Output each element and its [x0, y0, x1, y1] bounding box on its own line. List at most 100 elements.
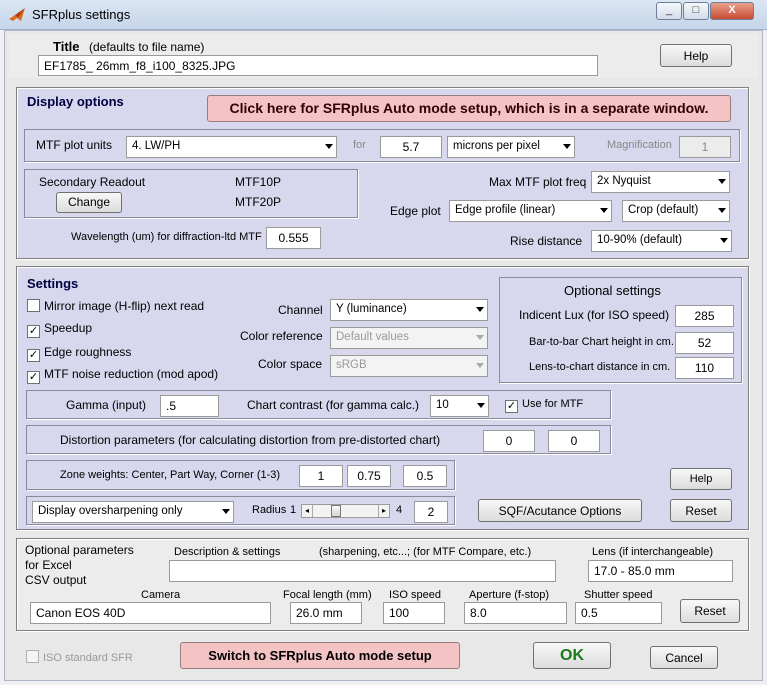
change-readout-button[interactable]: Change [56, 192, 122, 213]
crop-select[interactable]: Crop (default) [622, 200, 730, 222]
color-space-value: sRGB [336, 359, 367, 371]
chart-contrast-value: 10 [436, 399, 449, 411]
rise-distance-label: Rise distance [510, 234, 583, 248]
oversharpening-select[interactable]: Display oversharpening only [32, 501, 234, 523]
max-mtf-value: 2x Nyquist [597, 175, 651, 187]
distortion-row: Distortion parameters (for calculating d… [26, 425, 611, 454]
auto-mode-setup-button[interactable]: Click here for SFRplus Auto mode setup, … [207, 95, 731, 122]
incident-lux-label: Indicent Lux (for ISO speed) [519, 308, 670, 322]
mtf20p-readout: MTF20P [235, 195, 282, 209]
description-input[interactable] [169, 560, 556, 582]
mtf-units-value: 4. LW/PH [132, 140, 181, 152]
pixel-size-input[interactable]: 5.7 [380, 136, 442, 158]
color-space-label: Color space [258, 357, 323, 371]
distortion-input-1[interactable]: 0 [483, 430, 535, 452]
bar-height-input[interactable]: 52 [675, 332, 734, 354]
gamma-row: Gamma (input) .5 Chart contrast (for gam… [26, 390, 611, 419]
pixel-unit-select[interactable]: microns per pixel [447, 136, 575, 158]
camera-label: Camera [141, 589, 181, 601]
window-title: SFRplus settings [32, 7, 131, 22]
speedup-checkbox[interactable]: ✓ Speedup [27, 320, 92, 338]
display-options-heading: Display options [27, 94, 124, 109]
noise-reduction-checkbox[interactable]: ✓ MTF noise reduction (mod apod) [27, 366, 218, 384]
mtf-units-label: MTF plot units [36, 138, 113, 152]
color-space-select[interactable]: sRGB [330, 355, 488, 377]
radius-slider[interactable]: ◂ ▸ [301, 504, 390, 518]
chevron-down-icon [476, 307, 484, 312]
chevron-down-icon [222, 509, 230, 514]
rise-distance-value: 10-90% (default) [597, 234, 683, 246]
sqf-acutance-options-button[interactable]: SQF/Acutance Options [478, 499, 642, 522]
chevron-down-icon [477, 403, 485, 408]
chevron-down-icon [720, 238, 728, 243]
shutter-speed-label: Shutter speed [584, 589, 653, 601]
optional-settings-heading: Optional settings [564, 283, 661, 298]
gamma-input[interactable]: .5 [160, 395, 219, 417]
chevron-down-icon [476, 363, 484, 368]
maximize-button[interactable]: □ [683, 2, 709, 20]
edge-roughness-label: Edge roughness [44, 345, 132, 359]
mirror-image-checkbox[interactable]: Mirror image (H-flip) next read [27, 298, 204, 316]
aperture-label: Aperture (f-stop) [469, 589, 550, 601]
use-for-mtf-checkbox[interactable]: ✓ Use for MTF [505, 396, 583, 414]
zone-weight-partway-input[interactable]: 0.75 [347, 465, 391, 487]
chevron-down-icon [563, 144, 571, 149]
edge-roughness-checkbox[interactable]: ✓ Edge roughness [27, 344, 131, 362]
close-button[interactable]: X [710, 2, 754, 20]
distortion-input-2[interactable]: 0 [548, 430, 600, 452]
secondary-readout-label: Secondary Readout [39, 175, 146, 189]
zone-weight-center-input[interactable]: 1 [299, 465, 343, 487]
optional-settings-box: Optional settings Indicent Lux (for ISO … [499, 277, 742, 383]
checkmark-icon: ✓ [27, 349, 40, 362]
lens-distance-input[interactable]: 110 [675, 357, 734, 379]
speedup-label: Speedup [44, 321, 93, 335]
radius-min-label: 1 [290, 504, 297, 516]
pixel-unit-value: microns per pixel [453, 140, 540, 152]
edge-plot-select[interactable]: Edge profile (linear) [449, 200, 612, 222]
wavelength-input[interactable]: 0.555 [266, 227, 321, 249]
lens-input[interactable]: 17.0 - 85.0 mm [588, 560, 733, 582]
color-reference-value: Default values [336, 331, 409, 343]
chevron-down-icon [718, 179, 726, 184]
chevron-down-icon [718, 208, 726, 213]
settings-help-button[interactable]: Help [670, 468, 732, 490]
iso-speed-input[interactable]: 100 [383, 602, 445, 624]
checkbox-box [26, 650, 39, 663]
optional-params-heading-1: Optional parameters [25, 543, 134, 557]
settings-reset-button[interactable]: Reset [670, 499, 732, 522]
zone-weight-corner-input[interactable]: 0.5 [403, 465, 447, 487]
color-reference-select[interactable]: Default values [330, 327, 488, 349]
title-input[interactable]: EF1785_ 26mm_f8_i100_8325.JPG [38, 55, 598, 76]
optional-params-reset-button[interactable]: Reset [680, 599, 740, 623]
shutter-speed-input[interactable]: 0.5 [575, 602, 662, 624]
iso-standard-sfr-checkbox[interactable]: ISO standard SFR [26, 650, 133, 668]
incident-lux-input[interactable]: 285 [675, 305, 734, 327]
chevron-down-icon [325, 144, 333, 149]
distortion-label: Distortion parameters (for calculating d… [60, 433, 441, 447]
max-mtf-select[interactable]: 2x Nyquist [591, 171, 730, 193]
switch-auto-mode-button[interactable]: Switch to SFRplus Auto mode setup [180, 642, 460, 669]
lens-distance-label: Lens-to-chart distance in cm. [529, 361, 671, 373]
radius-input[interactable]: 2 [414, 501, 448, 523]
cancel-button[interactable]: Cancel [650, 646, 718, 669]
slider-left-arrow-icon[interactable]: ◂ [302, 505, 313, 517]
minimize-button[interactable]: _ [656, 2, 682, 20]
color-reference-label: Color reference [240, 329, 323, 343]
checkmark-icon: ✓ [27, 325, 40, 338]
checkmark-icon: ✓ [505, 400, 518, 413]
slider-right-arrow-icon[interactable]: ▸ [378, 505, 389, 517]
slider-thumb[interactable] [331, 505, 342, 517]
focal-length-input[interactable]: 26.0 mm [290, 602, 362, 624]
help-button[interactable]: Help [660, 44, 732, 67]
rise-distance-select[interactable]: 10-90% (default) [591, 230, 732, 252]
channel-select[interactable]: Y (luminance) [330, 299, 488, 321]
chart-contrast-select[interactable]: 10 [430, 395, 489, 417]
maximize-icon: □ [692, 4, 700, 16]
focal-length-label: Focal length (mm) [283, 589, 372, 601]
aperture-input[interactable]: 8.0 [464, 602, 567, 624]
minimize-icon: _ [665, 4, 673, 16]
ok-button[interactable]: OK [533, 642, 611, 669]
description-label: Description & settings [174, 546, 281, 558]
mtf-units-select[interactable]: 4. LW/PH [126, 136, 337, 158]
camera-input[interactable]: Canon EOS 40D [30, 602, 271, 624]
